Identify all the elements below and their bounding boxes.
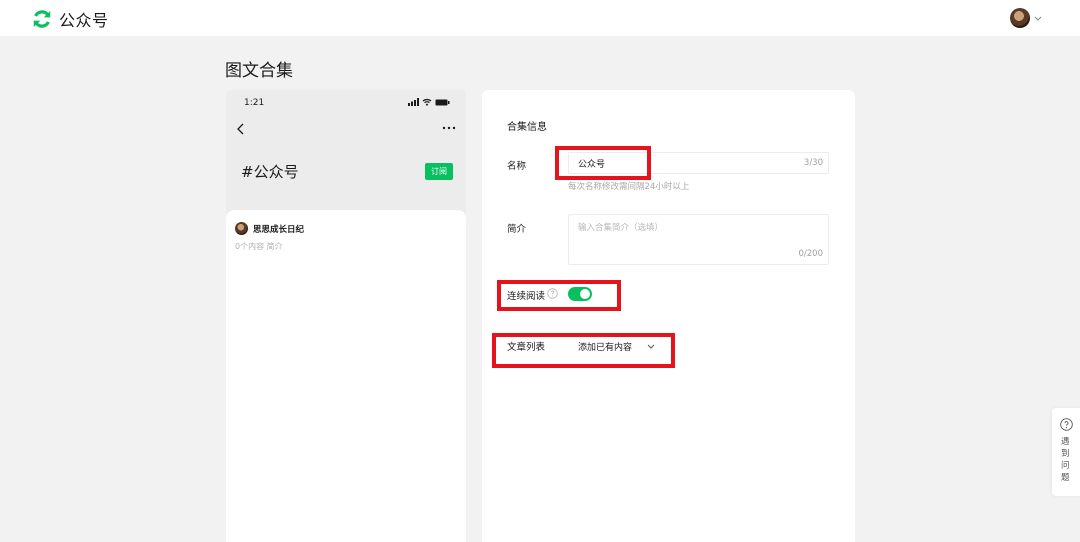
name-label: 名称 [507, 161, 527, 172]
signal-icon [408, 98, 419, 106]
section-title: 合集信息 [507, 122, 547, 133]
collection-info-panel: 合集信息 名称 公众号 3/30 每次名称修改需间隔24小时以上 简介 输入合集… [482, 90, 855, 542]
description-char-count: 0/200 [798, 249, 824, 259]
collection-meta: 0个内容 简介 [235, 242, 283, 251]
highlight-box-name [555, 146, 651, 180]
highlight-box-continuous-reading [497, 280, 621, 311]
description-label: 简介 [507, 224, 527, 235]
top-bar: 公众号 [0, 0, 1080, 36]
chevron-down-icon[interactable] [1032, 12, 1044, 24]
name-tip: 每次名称修改需间隔24小时以上 [568, 182, 690, 192]
highlight-box-article-list [492, 333, 675, 368]
collection-hashtag-title: #公众号 [241, 163, 299, 181]
battery-icon [435, 99, 450, 105]
description-placeholder: 输入合集简介（选填） [578, 223, 664, 233]
help-widget[interactable]: 遇到问题 [1052, 408, 1080, 496]
subscribe-button[interactable]: 订阅 [425, 163, 453, 180]
help-circle-icon [1060, 418, 1073, 431]
brand-name: 公众号 [59, 11, 109, 30]
wifi-icon [422, 98, 432, 106]
author-name: 思思成长日纪 [253, 224, 305, 235]
avatar[interactable] [1010, 8, 1030, 28]
page-title: 图文合集 [225, 61, 293, 81]
wechat-official-account-logo-icon [33, 10, 51, 28]
user-menu[interactable] [1010, 8, 1044, 28]
collection-card: 思思成长日纪 0个内容 简介 [226, 210, 466, 542]
status-icons [408, 98, 450, 106]
author: 思思成长日纪 [235, 222, 304, 235]
brand[interactable]: 公众号 [31, 7, 109, 31]
phone-preview: 1:21 #公众号 订阅 思思成长日纪 0个内容 简介 [226, 90, 466, 542]
back-arrow-icon[interactable] [235, 122, 247, 136]
help-widget-label: 遇到问题 [1061, 437, 1070, 483]
status-time: 1:21 [244, 98, 265, 108]
more-icon[interactable] [442, 122, 456, 134]
description-input[interactable]: 输入合集简介（选填） 0/200 [568, 214, 829, 265]
author-avatar [235, 222, 248, 235]
name-char-count: 3/30 [803, 158, 823, 168]
